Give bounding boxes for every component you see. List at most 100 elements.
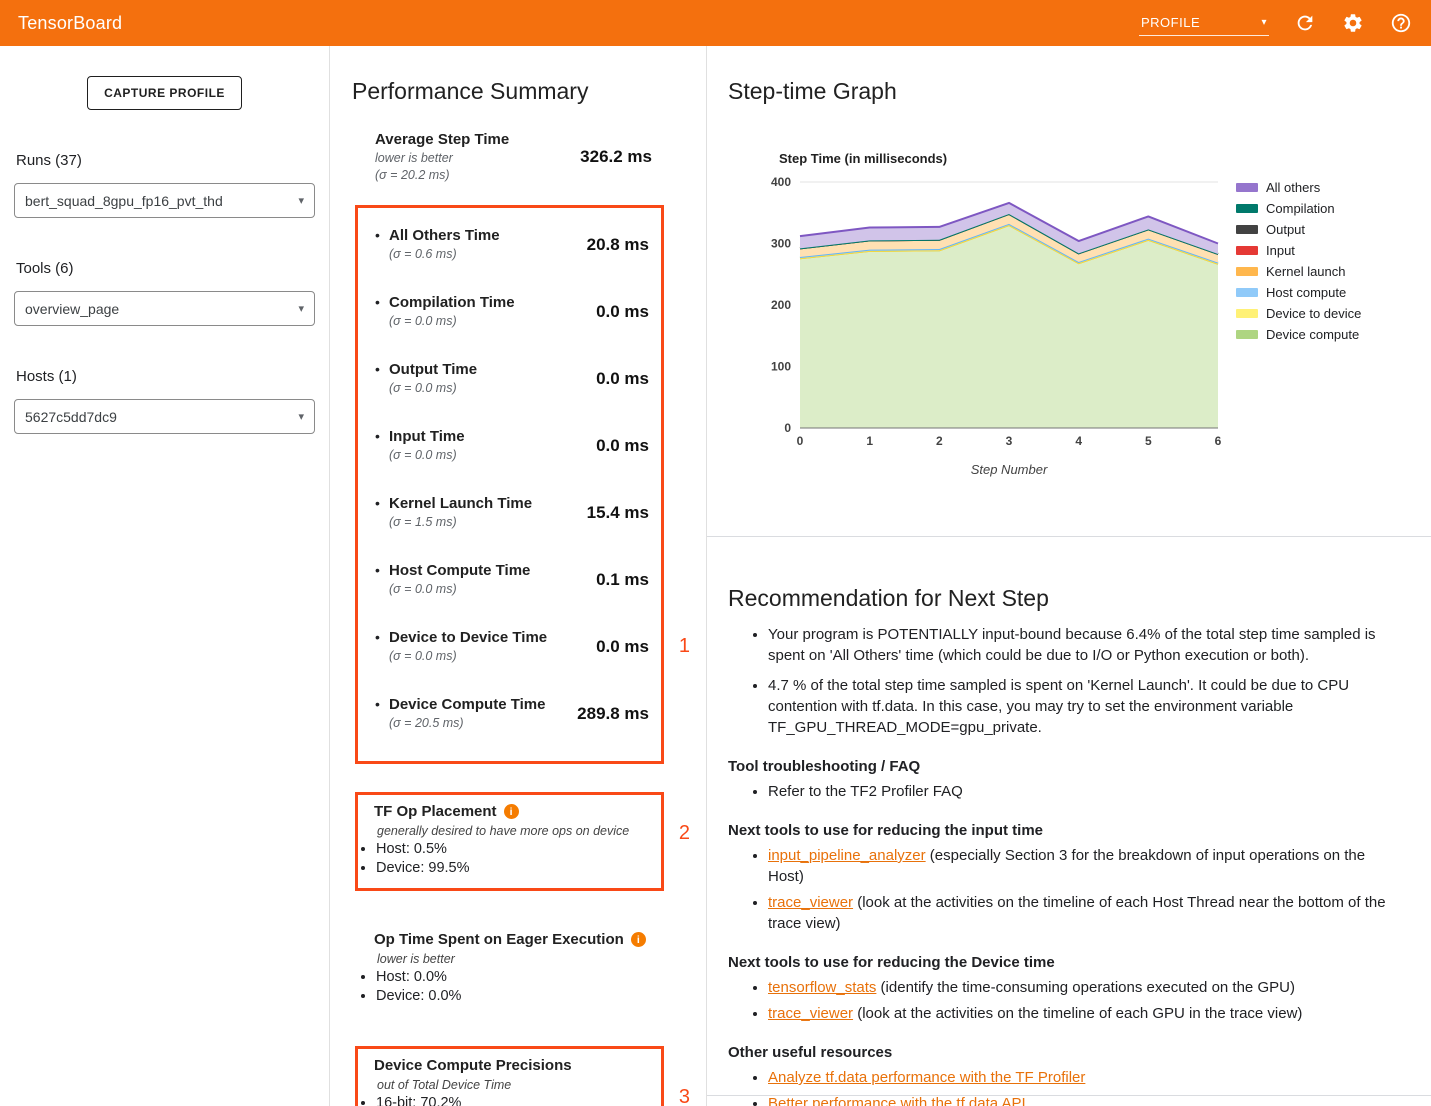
legend-label: Device compute [1266, 327, 1359, 342]
input-tools-heading: Next tools to use for reducing the input… [728, 822, 1387, 839]
legend-item: All others [1236, 180, 1361, 195]
svg-text:300: 300 [771, 237, 791, 251]
annotation-number-3: 3 [679, 1086, 690, 1106]
metric-row: •Output Time(σ = 0.0 ms) 0.0 ms [375, 345, 649, 412]
runs-label: Runs (37) [16, 152, 315, 169]
list-item: trace_viewer (look at the activities on … [768, 1003, 1387, 1024]
tools-select-value: overview_page [25, 301, 119, 317]
gear-icon[interactable] [1341, 11, 1365, 35]
bullet-icon: • [375, 361, 389, 379]
hosts-select-value: 5627c5dd7dc9 [25, 409, 117, 425]
eager-execution-title: Op Time Spent on Eager Execution [374, 931, 624, 948]
list-item: Device: 0.0% [376, 988, 654, 1004]
right-panel: Step-time Graph Step Time (in millisecon… [707, 46, 1431, 1106]
annotation-number-2: 2 [679, 822, 690, 845]
legend-label: Host compute [1266, 285, 1346, 300]
metric-row: •Device Compute Time(σ = 20.5 ms) 289.8 … [375, 680, 649, 747]
list-item: trace_viewer (look at the activities on … [768, 892, 1387, 934]
runs-select-value: bert_squad_8gpu_fp16_pvt_thd [25, 193, 223, 209]
list-item: 16-bit: 70.2% [376, 1095, 651, 1106]
legend-label: All others [1266, 180, 1320, 195]
legend-item: Compilation [1236, 201, 1361, 216]
bullet-icon: • [375, 227, 389, 245]
faq-heading: Tool troubleshooting / FAQ [728, 758, 1387, 775]
chart-title: Step Time (in milliseconds) [779, 151, 1431, 166]
trace-viewer-link[interactable]: trace_viewer [768, 1005, 853, 1022]
chevron-down-icon: ▾ [298, 194, 304, 207]
capture-profile-button[interactable]: CAPTURE PROFILE [87, 76, 242, 110]
tf-op-placement-title: TF Op Placement [374, 803, 497, 820]
svg-text:3: 3 [1006, 434, 1013, 448]
performance-summary-panel: Performance Summary Average Step Time lo… [330, 46, 707, 1106]
list-item: Better performance with the tf.data API [768, 1093, 1387, 1106]
metric-row: •Host Compute Time(σ = 0.0 ms) 0.1 ms [375, 546, 649, 613]
annotation-box-3: Device Compute Precisions out of Total D… [355, 1046, 664, 1106]
tools-field: Tools (6) overview_page ▾ [14, 260, 315, 326]
dashboard-select[interactable]: PROFILE ▾ [1139, 10, 1269, 36]
tfdata-api-link[interactable]: Better performance with the tf.data API [768, 1095, 1026, 1106]
metric-row: •Compilation Time(σ = 0.0 ms) 0.0 ms [375, 278, 649, 345]
recommendation-title: Recommendation for Next Step [728, 585, 1387, 612]
app-title: TensorBoard [18, 13, 122, 34]
runs-field: Runs (37) bert_squad_8gpu_fp16_pvt_thd ▾ [14, 152, 315, 218]
hosts-select[interactable]: 5627c5dd7dc9 ▾ [14, 399, 315, 434]
list-item: Refer to the TF2 Profiler FAQ [768, 781, 1387, 802]
list-item: Analyze tf.data performance with the TF … [768, 1067, 1387, 1088]
svg-text:1: 1 [866, 434, 873, 448]
annotation-box-2: TF Op Placement i generally desired to h… [355, 792, 664, 891]
tensorflow-stats-link[interactable]: tensorflow_stats [768, 979, 876, 996]
trace-viewer-link[interactable]: trace_viewer [768, 894, 853, 911]
svg-text:5: 5 [1145, 434, 1152, 448]
info-icon[interactable]: i [631, 932, 646, 947]
info-icon[interactable]: i [504, 804, 519, 819]
eager-execution-block: Op Time Spent on Eager Execution i lower… [358, 923, 664, 1016]
tools-label: Tools (6) [16, 260, 315, 277]
legend-item: Device compute [1236, 327, 1361, 342]
legend-item: Input [1236, 243, 1361, 258]
bullet-icon: • [375, 696, 389, 714]
chevron-down-icon: ▾ [298, 302, 304, 315]
bullet-icon: • [375, 428, 389, 446]
performance-summary-title: Performance Summary [352, 78, 706, 105]
legend-item: Output [1236, 222, 1361, 237]
runs-select[interactable]: bert_squad_8gpu_fp16_pvt_thd ▾ [14, 183, 315, 218]
metric-row: •Device to Device Time(σ = 0.0 ms) 0.0 m… [375, 613, 649, 680]
bullet-icon: • [375, 495, 389, 513]
svg-text:400: 400 [771, 175, 791, 189]
step-time-chart: 01002003004000123456Step Number [756, 172, 1228, 484]
tools-select[interactable]: overview_page ▾ [14, 291, 315, 326]
main-content: CAPTURE PROFILE Runs (37) bert_squad_8gp… [0, 46, 1431, 1106]
refresh-icon[interactable] [1293, 11, 1317, 35]
average-step-time-value: 326.2 ms [580, 147, 652, 167]
input-pipeline-analyzer-link[interactable]: input_pipeline_analyzer [768, 847, 926, 864]
legend-item: Device to device [1236, 306, 1361, 321]
help-icon[interactable] [1389, 11, 1413, 35]
annotation-3-wrap: Device Compute Precisions out of Total D… [355, 1046, 664, 1106]
list-item: Host: 0.0% [376, 969, 654, 985]
dashboard-select-value: PROFILE [1141, 15, 1200, 30]
metric-row: •Input Time(σ = 0.0 ms) 0.0 ms [375, 412, 649, 479]
recommendation-item: 4.7 % of the total step time sampled is … [768, 675, 1387, 738]
legend-label: Kernel launch [1266, 264, 1346, 279]
list-item: Host: 0.5% [376, 841, 651, 857]
tfdata-performance-link[interactable]: Analyze tf.data performance with the TF … [768, 1069, 1085, 1086]
legend-swatch [1236, 204, 1258, 213]
legend-swatch [1236, 246, 1258, 255]
annotation-2-wrap: TF Op Placement i generally desired to h… [355, 792, 664, 891]
device-tools-heading: Next tools to use for reducing the Devic… [728, 954, 1387, 971]
legend-item: Kernel launch [1236, 264, 1361, 279]
app-header: TensorBoard PROFILE ▾ [0, 0, 1431, 46]
hosts-label: Hosts (1) [16, 368, 315, 385]
hosts-field: Hosts (1) 5627c5dd7dc9 ▾ [14, 368, 315, 434]
sidebar: CAPTURE PROFILE Runs (37) bert_squad_8gp… [0, 46, 330, 1106]
legend-label: Output [1266, 222, 1305, 237]
legend-label: Compilation [1266, 201, 1335, 216]
header-actions: PROFILE ▾ [1139, 10, 1413, 36]
bullet-icon: • [375, 562, 389, 580]
bullet-icon: • [375, 294, 389, 312]
legend-swatch [1236, 267, 1258, 276]
svg-text:6: 6 [1215, 434, 1222, 448]
other-resources-heading: Other useful resources [728, 1044, 1387, 1061]
annotation-box-1: •All Others Time(σ = 0.6 ms) 20.8 ms •Co… [355, 205, 664, 764]
svg-text:200: 200 [771, 298, 791, 312]
